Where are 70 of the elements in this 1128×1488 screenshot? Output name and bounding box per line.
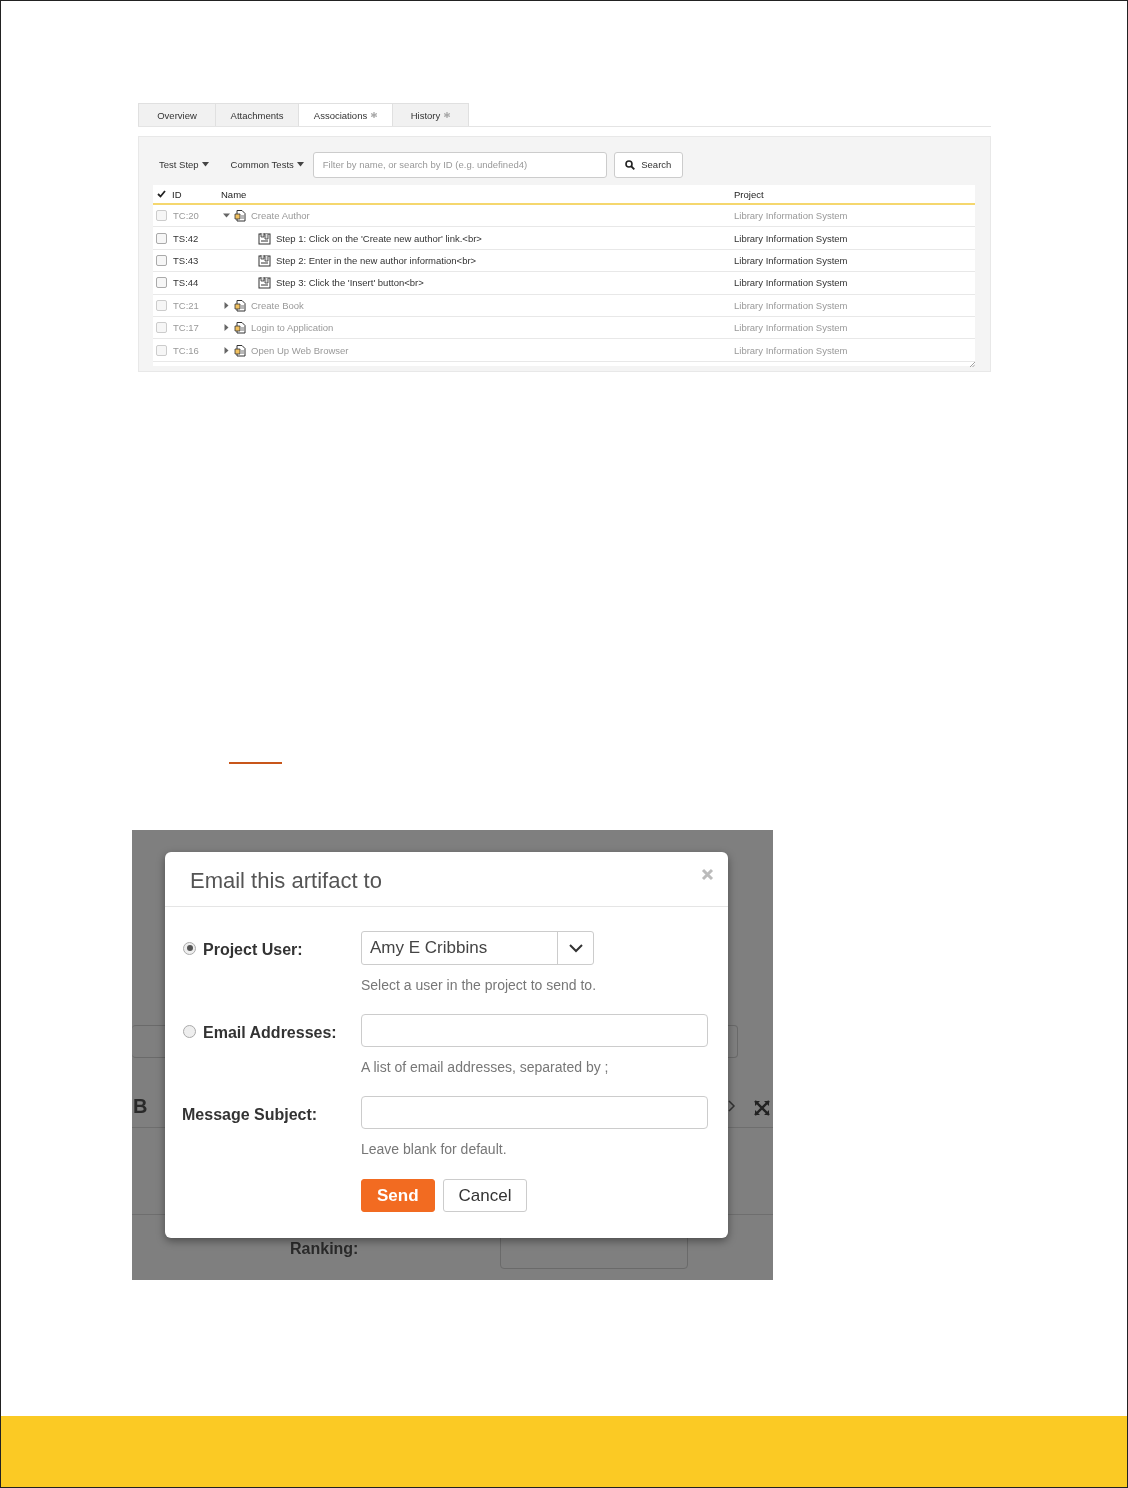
field-label: Project User:: [203, 941, 303, 959]
id-cell: TS:44: [173, 277, 199, 289]
checkbox[interactable]: [156, 254, 167, 266]
tab[interactable]: Associations: [299, 103, 393, 126]
checkbox[interactable]: [156, 344, 167, 356]
checkbox[interactable]: [156, 232, 167, 244]
dropdown-menu[interactable]: Test Step: [159, 159, 209, 170]
id-cell: TC:17: [173, 322, 199, 334]
toolbar-letter: B: [133, 1095, 148, 1118]
caret-down-icon[interactable]: [223, 212, 230, 220]
tab[interactable]: Attachments: [216, 103, 299, 126]
id-cell: TS:43: [173, 254, 199, 266]
search-button[interactable]: Search: [613, 151, 683, 178]
project-cell: Library Information System: [734, 277, 848, 289]
radio-button[interactable]: [183, 941, 196, 955]
id-cell: TC:20: [173, 210, 199, 222]
id-cell: TS:42: [173, 232, 199, 244]
search-icon: [625, 159, 636, 170]
field-label: Message Subject:: [182, 1106, 318, 1124]
step-icon: [258, 276, 272, 290]
cancel-button[interactable]: Cancel: [442, 1179, 528, 1212]
column-header: Project: [734, 188, 764, 200]
filter-field[interactable]: Filter by name, or search by ID (e.g. undefined4): [312, 151, 607, 178]
checkbox[interactable]: [156, 277, 167, 289]
id-cell: TC:21: [173, 299, 199, 311]
tab[interactable]: Overview: [138, 103, 216, 126]
id-cell: TC:16: [173, 344, 199, 356]
user-dropdown[interactable]: Amy E Cribbins: [361, 931, 594, 965]
help-text: Select a user in the project to send to.: [361, 977, 598, 993]
project-cell: Library Information System: [734, 210, 848, 222]
close-button[interactable]: [701, 867, 714, 881]
field-label: Ranking:: [290, 1240, 359, 1258]
chevron-down-icon: [568, 943, 583, 953]
text-field[interactable]: [361, 1096, 708, 1129]
dialog-title: Email this artifact to: [190, 868, 382, 894]
name-cell[interactable]: Step 1: Click on the 'Create new author' link.<br>: [276, 232, 482, 244]
tab[interactable]: History: [393, 103, 469, 126]
document-icon: [234, 321, 247, 335]
column-header: ID: [172, 188, 182, 200]
step-icon: [258, 253, 272, 267]
checkbox[interactable]: [156, 299, 167, 311]
column-header: Name: [221, 188, 247, 200]
checkbox[interactable]: [156, 210, 167, 222]
radio-button[interactable]: [183, 1024, 196, 1038]
name-cell[interactable]: Step 3: Click the 'Insert' button<br>: [276, 277, 424, 289]
project-cell: Library Information System: [734, 322, 848, 334]
name-cell[interactable]: Step 2: Enter in the new author information<br>: [276, 254, 477, 266]
caret-right-icon[interactable]: [223, 324, 230, 332]
chevron-right-icon: [728, 1100, 736, 1112]
dropdown-menu[interactable]: Common Tests: [230, 159, 304, 170]
step-icon: [258, 231, 272, 245]
project-cell: Library Information System: [734, 254, 848, 266]
text-field[interactable]: [361, 1014, 708, 1047]
project-cell: Library Information System: [734, 232, 848, 244]
caret-icon: [296, 162, 304, 167]
project-cell: Library Information System: [734, 299, 848, 311]
caret-icon: [201, 162, 209, 167]
document-icon: [234, 209, 247, 223]
document-icon: [234, 298, 247, 312]
caret-right-icon[interactable]: [223, 301, 230, 309]
document-icon: [234, 343, 247, 357]
field-label: Email Addresses:: [203, 1024, 337, 1042]
help-text: Leave blank for default.: [361, 1141, 508, 1157]
check-icon: [157, 190, 166, 198]
checkbox[interactable]: [156, 322, 167, 334]
expand-icon: [754, 1100, 770, 1116]
resize-grip-icon[interactable]: [970, 361, 975, 367]
help-text: A list of email addresses, separated by ;: [361, 1059, 610, 1075]
project-cell: Library Information System: [734, 344, 848, 356]
caret-right-icon[interactable]: [223, 346, 230, 354]
